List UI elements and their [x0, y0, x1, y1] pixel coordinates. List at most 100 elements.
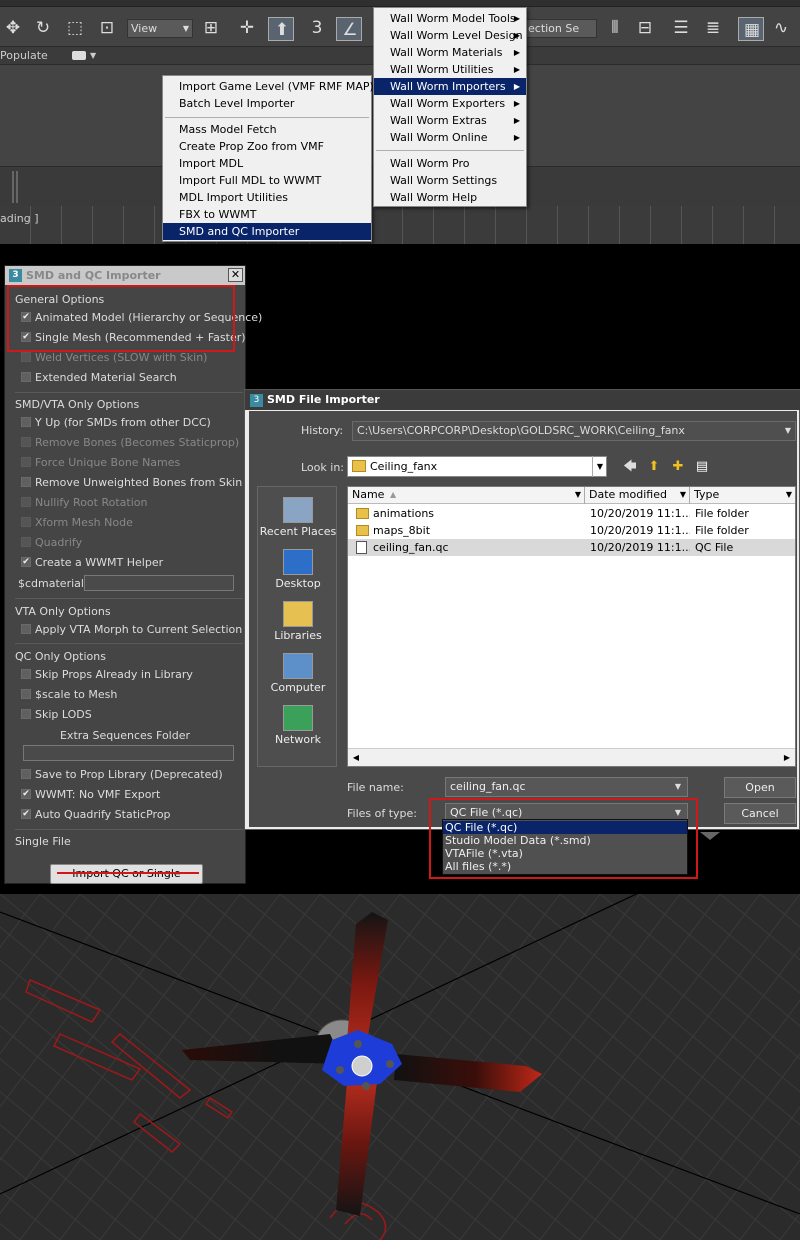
- open-button[interactable]: Open: [724, 777, 796, 798]
- fan-bolt: [354, 1040, 362, 1048]
- menu-item-mdl-import-utilities[interactable]: MDL Import Utilities: [163, 189, 371, 206]
- menu-item-utilities[interactable]: Wall Worm Utilities ▶: [374, 61, 526, 78]
- menu-item-import-game-level[interactable]: Import Game Level (VMF RMF MAP): [163, 78, 374, 95]
- menu-item-import-mdl[interactable]: Import MDL: [163, 155, 371, 172]
- rollout-title[interactable]: 3 SMD and QC Importer ✕: [5, 266, 245, 285]
- file-row[interactable]: maps_8bit 10/20/2019 11:1... File folder: [348, 522, 795, 539]
- menu-item-extras[interactable]: Wall Worm Extras ▶: [374, 112, 526, 129]
- place-label: Network: [275, 733, 321, 746]
- checkbox-save-to-prop-library-deprecated[interactable]: Save to Prop Library (Deprecated): [21, 769, 223, 783]
- checkbox-label: Nullify Root Rotation: [35, 496, 148, 509]
- scroll-left-icon[interactable]: ◀: [348, 749, 364, 766]
- select-manipulate-icon[interactable]: ✛: [234, 16, 260, 40]
- pivot-icon[interactable]: ⊞: [198, 16, 224, 40]
- populate-toggle-icon[interactable]: [72, 51, 86, 60]
- angle-snap-button[interactable]: ∠: [336, 17, 362, 41]
- checkbox-skip-lods[interactable]: Skip LODS: [21, 709, 92, 723]
- cdmaterials-input[interactable]: [84, 575, 234, 591]
- checkbox-wwmt-no-vmf-export[interactable]: ✔ WWMT: No VMF Export: [21, 789, 160, 803]
- scroll-right-icon[interactable]: ▶: [779, 749, 795, 766]
- checkbox-create-a-wwmt-helper[interactable]: ✔ Create a WWMT Helper: [21, 557, 163, 571]
- checkbox-scale-to-mesh[interactable]: $scale to Mesh: [21, 689, 117, 703]
- place-network[interactable]: Network: [258, 705, 338, 746]
- menu-item-level-design[interactable]: Wall Worm Level Design ▶: [374, 27, 526, 44]
- menu-item-import-full-mdl[interactable]: Import Full MDL to WWMT: [163, 172, 371, 189]
- scene-explorer-icon[interactable]: ☰: [668, 16, 694, 40]
- chevron-down-icon: ▼: [574, 490, 581, 499]
- recent-places-icon: [283, 497, 313, 523]
- menu-item-model-tools[interactable]: Wall Worm Model Tools ▶: [374, 10, 526, 27]
- close-icon[interactable]: ✕: [228, 268, 243, 282]
- menu-item-create-prop-zoo[interactable]: Create Prop Zoo from VMF: [163, 138, 371, 155]
- column-date[interactable]: Date modified ▼: [585, 487, 690, 504]
- sort-up-icon: ▲: [390, 490, 397, 499]
- extra-sequences-input[interactable]: [23, 745, 234, 761]
- named-selection-set[interactable]: ection Se: [525, 19, 597, 38]
- history-dropdown[interactable]: C:\Users\CORPCORP\Desktop\GOLDSRC_WORK\C…: [352, 421, 796, 441]
- column-name[interactable]: Name ▲ ▼: [348, 487, 585, 504]
- up-folder-icon[interactable]: ⬆: [645, 458, 663, 475]
- cancel-button[interactable]: Cancel: [724, 803, 796, 824]
- submenu-arrow-icon: ▶: [513, 133, 520, 142]
- lookin-dropdown-arrow[interactable]: ▼: [592, 456, 607, 477]
- dialog-title[interactable]: 3 SMD File Importer: [245, 390, 800, 410]
- menu-item-exporters[interactable]: Wall Worm Exporters ▶: [374, 95, 526, 112]
- menu-item-label: Wall Worm Online: [390, 131, 488, 144]
- layer-explorer-icon[interactable]: ≣: [700, 16, 726, 40]
- populate-label: Populate: [0, 49, 48, 62]
- chevron-down-icon: ▼: [784, 426, 791, 435]
- file-row[interactable]: animations 10/20/2019 11:1... File folder: [348, 505, 795, 522]
- checkbox-remove-unweighted-bones-from-skin[interactable]: Remove Unweighted Bones from Skin: [21, 477, 242, 491]
- move-icon[interactable]: ✥: [0, 16, 26, 40]
- submenu-arrow-icon: ▶: [513, 65, 520, 74]
- checkbox-label: Y Up (for SMDs from other DCC): [35, 416, 211, 429]
- checkbox-skip-props-already-in-library[interactable]: Skip Props Already in Library: [21, 669, 193, 683]
- menu-item-fbx-to-wwmt[interactable]: FBX to WWMT: [163, 206, 371, 223]
- file-row[interactable]: ceiling_fan.qc 10/20/2019 11:1... QC File: [348, 539, 795, 556]
- checkbox-extended-material-search[interactable]: Extended Material Search: [21, 372, 177, 386]
- menu-item-materials[interactable]: Wall Worm Materials ▶: [374, 44, 526, 61]
- menu-item-importers[interactable]: Wall Worm Importers ▶: [374, 78, 526, 95]
- ribbon-toggle-button[interactable]: ▦: [738, 17, 764, 41]
- menu-item-settings[interactable]: Wall Worm Settings: [374, 172, 526, 189]
- submenu-arrow-icon: ▶: [513, 14, 520, 23]
- checkbox-box: [21, 624, 31, 634]
- scale-icon[interactable]: ⬚: [62, 16, 88, 40]
- rotate-icon[interactable]: ↻: [30, 16, 56, 40]
- folder-icon: [352, 460, 366, 472]
- horizontal-scrollbar[interactable]: ◀ ▶: [348, 748, 795, 766]
- menu-item-help[interactable]: Wall Worm Help: [374, 189, 526, 206]
- column-type[interactable]: Type ▼: [690, 487, 795, 504]
- view-menu-icon[interactable]: ▤: [693, 458, 711, 475]
- align-icon[interactable]: ⊟: [632, 16, 658, 40]
- lookin-dropdown[interactable]: Ceiling_fanx: [347, 456, 607, 477]
- place-computer[interactable]: Computer: [258, 653, 338, 694]
- menu-item-batch-level-importer[interactable]: Batch Level Importer: [163, 95, 371, 112]
- checkbox-y-up-for-smds-from-other-dcc[interactable]: Y Up (for SMDs from other DCC): [21, 417, 211, 431]
- place-label: Computer: [270, 681, 326, 694]
- place-libraries[interactable]: Libraries: [258, 601, 338, 642]
- menu-item-pro[interactable]: Wall Worm Pro: [374, 155, 526, 172]
- place-recent[interactable]: Recent Places: [258, 497, 338, 538]
- curve-editor-icon[interactable]: ∿: [768, 16, 794, 40]
- menu-item-mass-model-fetch[interactable]: Mass Model Fetch: [163, 121, 371, 138]
- place-icon[interactable]: ⊡: [94, 16, 120, 40]
- chevron-down-icon[interactable]: ▼: [90, 47, 96, 65]
- snap-3d-icon[interactable]: 3: [304, 16, 330, 40]
- keyboard-shortcut-override-button[interactable]: ⬆: [268, 17, 294, 41]
- checkbox-apply-vta-morph-to-current-selection[interactable]: Apply VTA Morph to Current Selection: [21, 624, 242, 638]
- import-qc-smd-button[interactable]: Import QC or Single SMD/VTA: [50, 864, 203, 884]
- place-desktop[interactable]: Desktop: [258, 549, 338, 590]
- back-arrow-icon[interactable]: 🡄: [621, 458, 639, 475]
- vta-options-header: VTA Only Options: [15, 605, 111, 618]
- checkbox-box: [21, 669, 31, 679]
- reference-coordinate-dropdown[interactable]: View ▼: [127, 19, 193, 38]
- menu-item-online[interactable]: Wall Worm Online ▶: [374, 129, 526, 146]
- new-folder-icon[interactable]: ✚: [669, 458, 687, 475]
- checkbox-auto-quadrify-staticprop[interactable]: ✔ Auto Quadrify StaticProp: [21, 809, 171, 823]
- checkbox-label: Force Unique Bone Names: [35, 456, 181, 469]
- filename-input[interactable]: ceiling_fan.qc ▼: [445, 777, 688, 797]
- mirror-icon[interactable]: ⫴: [602, 16, 628, 40]
- libraries-icon: [283, 601, 313, 627]
- menu-item-smd-qc-importer[interactable]: SMD and QC Importer: [163, 223, 371, 240]
